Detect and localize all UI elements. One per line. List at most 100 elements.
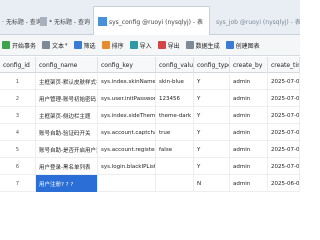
cell-config-id[interactable]: 1 [0, 73, 36, 90]
cell-create-time[interactable]: 2025-07-02 11 [268, 141, 300, 158]
export-icon [157, 41, 166, 49]
sort-label: 排序 [111, 42, 124, 50]
cell-config-name[interactable]: 主框架页-侧边栏主题 [36, 107, 98, 124]
column-header-config-key[interactable]: config_key [98, 57, 156, 73]
cell-create-by[interactable]: admin [230, 90, 268, 107]
table-row[interactable]: 2 用户管理-账号初始密码 sys.user.initPassword 1234… [0, 90, 300, 107]
create-chart-label: 创建图表 [235, 42, 260, 50]
tab-label: · 无标题 - 查询 [2, 19, 40, 26]
cell-config-name[interactable]: 账号自助-是否开启用户注册 [36, 141, 98, 158]
cell-create-time[interactable]: 2025-06-06 15 [268, 175, 300, 192]
transaction-icon [2, 41, 10, 49]
text-icon [42, 41, 51, 49]
import-label: 导入 [139, 42, 152, 50]
cell-create-time[interactable]: 2025-07-02 11 [268, 158, 300, 175]
table-icon [98, 16, 107, 26]
text-label: 文本 [52, 42, 65, 50]
column-header-config-id[interactable]: config_id [0, 57, 36, 73]
cell-config-id[interactable]: 6 [0, 158, 36, 175]
tab-label: sys_config @ruoyi (nysqlyj) - 表 [109, 18, 203, 26]
begin-transaction-label: 开始事务 [12, 42, 37, 50]
tab-sys-job[interactable]: sys_job @ruoyi (nysqlyj) - 表 [210, 8, 300, 35]
tab-query-1[interactable]: · 无标题 - 查询 [0, 8, 40, 35]
chevron-down-icon: ▾ [65, 42, 68, 48]
cell-config-type[interactable]: Y [194, 73, 230, 90]
chart-icon [225, 41, 234, 49]
cell-config-key[interactable]: sys.account.registerUser [98, 141, 156, 158]
column-header-create-time[interactable]: create_time [268, 57, 300, 73]
cell-create-by[interactable]: admin [230, 175, 268, 192]
text-button[interactable]: 文本 ▾ [42, 41, 68, 50]
cell-create-time[interactable]: 2025-07-02 11 [268, 73, 300, 90]
filter-icon [73, 41, 82, 49]
export-button[interactable]: 导出 [157, 41, 180, 50]
cell-config-id[interactable]: 3 [0, 107, 36, 124]
table-row[interactable]: 5 账号自助-是否开启用户注册 sys.account.registerUser… [0, 141, 300, 158]
cell-config-value[interactable] [156, 158, 194, 175]
cell-config-type[interactable]: Y [194, 158, 230, 175]
cell-config-key[interactable]: sys.account.captchaEnabled [98, 124, 156, 141]
cell-create-by[interactable]: admin [230, 107, 268, 124]
table-row[interactable]: 1 主框架页-默认皮肤样式名称 sys.index.skinName skin-… [0, 73, 300, 90]
cell-create-by[interactable]: admin [230, 73, 268, 90]
cell-create-by[interactable]: admin [230, 158, 268, 175]
cell-create-by[interactable]: admin [230, 141, 268, 158]
data-generation-button[interactable]: 数据生成 [185, 41, 220, 50]
column-header-config-type[interactable]: config_type [194, 57, 230, 73]
filter-button[interactable]: 筛选 [73, 41, 96, 50]
toolbar: 开始事务 文本 ▾ 筛选 排序 导入 导出 数据生成 创建图表 [0, 35, 300, 56]
cell-config-name[interactable]: 用户登录-黑名单列表 [36, 158, 98, 175]
cell-create-time[interactable]: 2025-07-02 11 [268, 124, 300, 141]
cell-config-key[interactable] [98, 175, 156, 192]
cell-config-name-selected[interactable]: 用户注册? ? ? [36, 175, 98, 192]
cell-config-key[interactable]: sys.login.blackIPList [98, 158, 156, 175]
column-header-config-name[interactable]: config_name [36, 57, 98, 73]
query-icon [40, 17, 48, 26]
cell-create-time[interactable]: 2025-07-02 11 [268, 90, 300, 107]
cell-config-key[interactable]: sys.index.sideTheme [98, 107, 156, 124]
table-row[interactable]: 3 主框架页-侧边栏主题 sys.index.sideTheme theme-d… [0, 107, 300, 124]
tab-label: sys_job @ruoyi (nysqlyj) - 表 [216, 19, 300, 26]
column-header-create-by[interactable]: create_by [230, 57, 268, 73]
cell-config-value[interactable]: false [156, 141, 194, 158]
data-grid: config_id config_name config_key config_… [0, 57, 300, 225]
cell-config-id[interactable]: 2 [0, 90, 36, 107]
column-header-config-value[interactable]: config_value [156, 57, 194, 73]
begin-transaction-button[interactable]: 开始事务 [2, 41, 36, 50]
cell-config-id[interactable]: 5 [0, 141, 36, 158]
table-row-editing[interactable]: 7 用户注册? ? ? N admin 2025-06-06 15 [0, 175, 300, 192]
create-chart-button[interactable]: 创建图表 [225, 41, 260, 50]
cell-config-id[interactable]: 7 [0, 175, 36, 192]
table-row[interactable]: 4 账号自助-验证码开关 sys.account.captchaEnabled … [0, 124, 300, 141]
cell-config-name[interactable]: 用户管理-账号初始密码 [36, 90, 98, 107]
tab-label: * 无标题 - 查询 [49, 19, 90, 26]
cell-config-name[interactable]: 账号自助-验证码开关 [36, 124, 98, 141]
export-label: 导出 [167, 42, 180, 50]
sort-icon [101, 41, 110, 49]
cell-config-type[interactable]: Y [194, 90, 230, 107]
cell-config-key[interactable]: sys.index.skinName [98, 73, 156, 90]
cell-config-type[interactable]: N [194, 175, 230, 192]
table-row[interactable]: 6 用户登录-黑名单列表 sys.login.blackIPList Y adm… [0, 158, 300, 175]
cell-config-value[interactable] [156, 175, 194, 192]
cell-config-id[interactable]: 4 [0, 124, 36, 141]
tab-query-2[interactable]: * 无标题 - 查询 [40, 8, 90, 35]
cell-config-key[interactable]: sys.user.initPassword [98, 90, 156, 107]
cell-config-value[interactable]: true [156, 124, 194, 141]
cell-config-value[interactable]: theme-dark [156, 107, 194, 124]
tab-sys-config[interactable]: sys_config @ruoyi (nysqlyj) - 表 [93, 6, 210, 35]
cell-config-name[interactable]: 主框架页-默认皮肤样式名称 [36, 73, 98, 90]
cell-create-time[interactable]: 2025-07-02 11 [268, 107, 300, 124]
cell-create-by[interactable]: admin [230, 124, 268, 141]
filter-label: 筛选 [83, 42, 96, 50]
cell-config-type[interactable]: Y [194, 107, 230, 124]
sort-button[interactable]: 排序 [101, 41, 124, 50]
cell-config-type[interactable]: Y [194, 124, 230, 141]
data-generation-label: 数据生成 [195, 42, 220, 50]
data-generation-icon [185, 41, 194, 49]
tab-bar: · 无标题 - 查询 * 无标题 - 查询 sys_config @ruoyi … [0, 0, 300, 35]
cell-config-value[interactable]: 123456 [156, 90, 194, 107]
cell-config-value[interactable]: skin-blue [156, 73, 194, 90]
import-button[interactable]: 导入 [129, 41, 152, 50]
cell-config-type[interactable]: Y [194, 141, 230, 158]
